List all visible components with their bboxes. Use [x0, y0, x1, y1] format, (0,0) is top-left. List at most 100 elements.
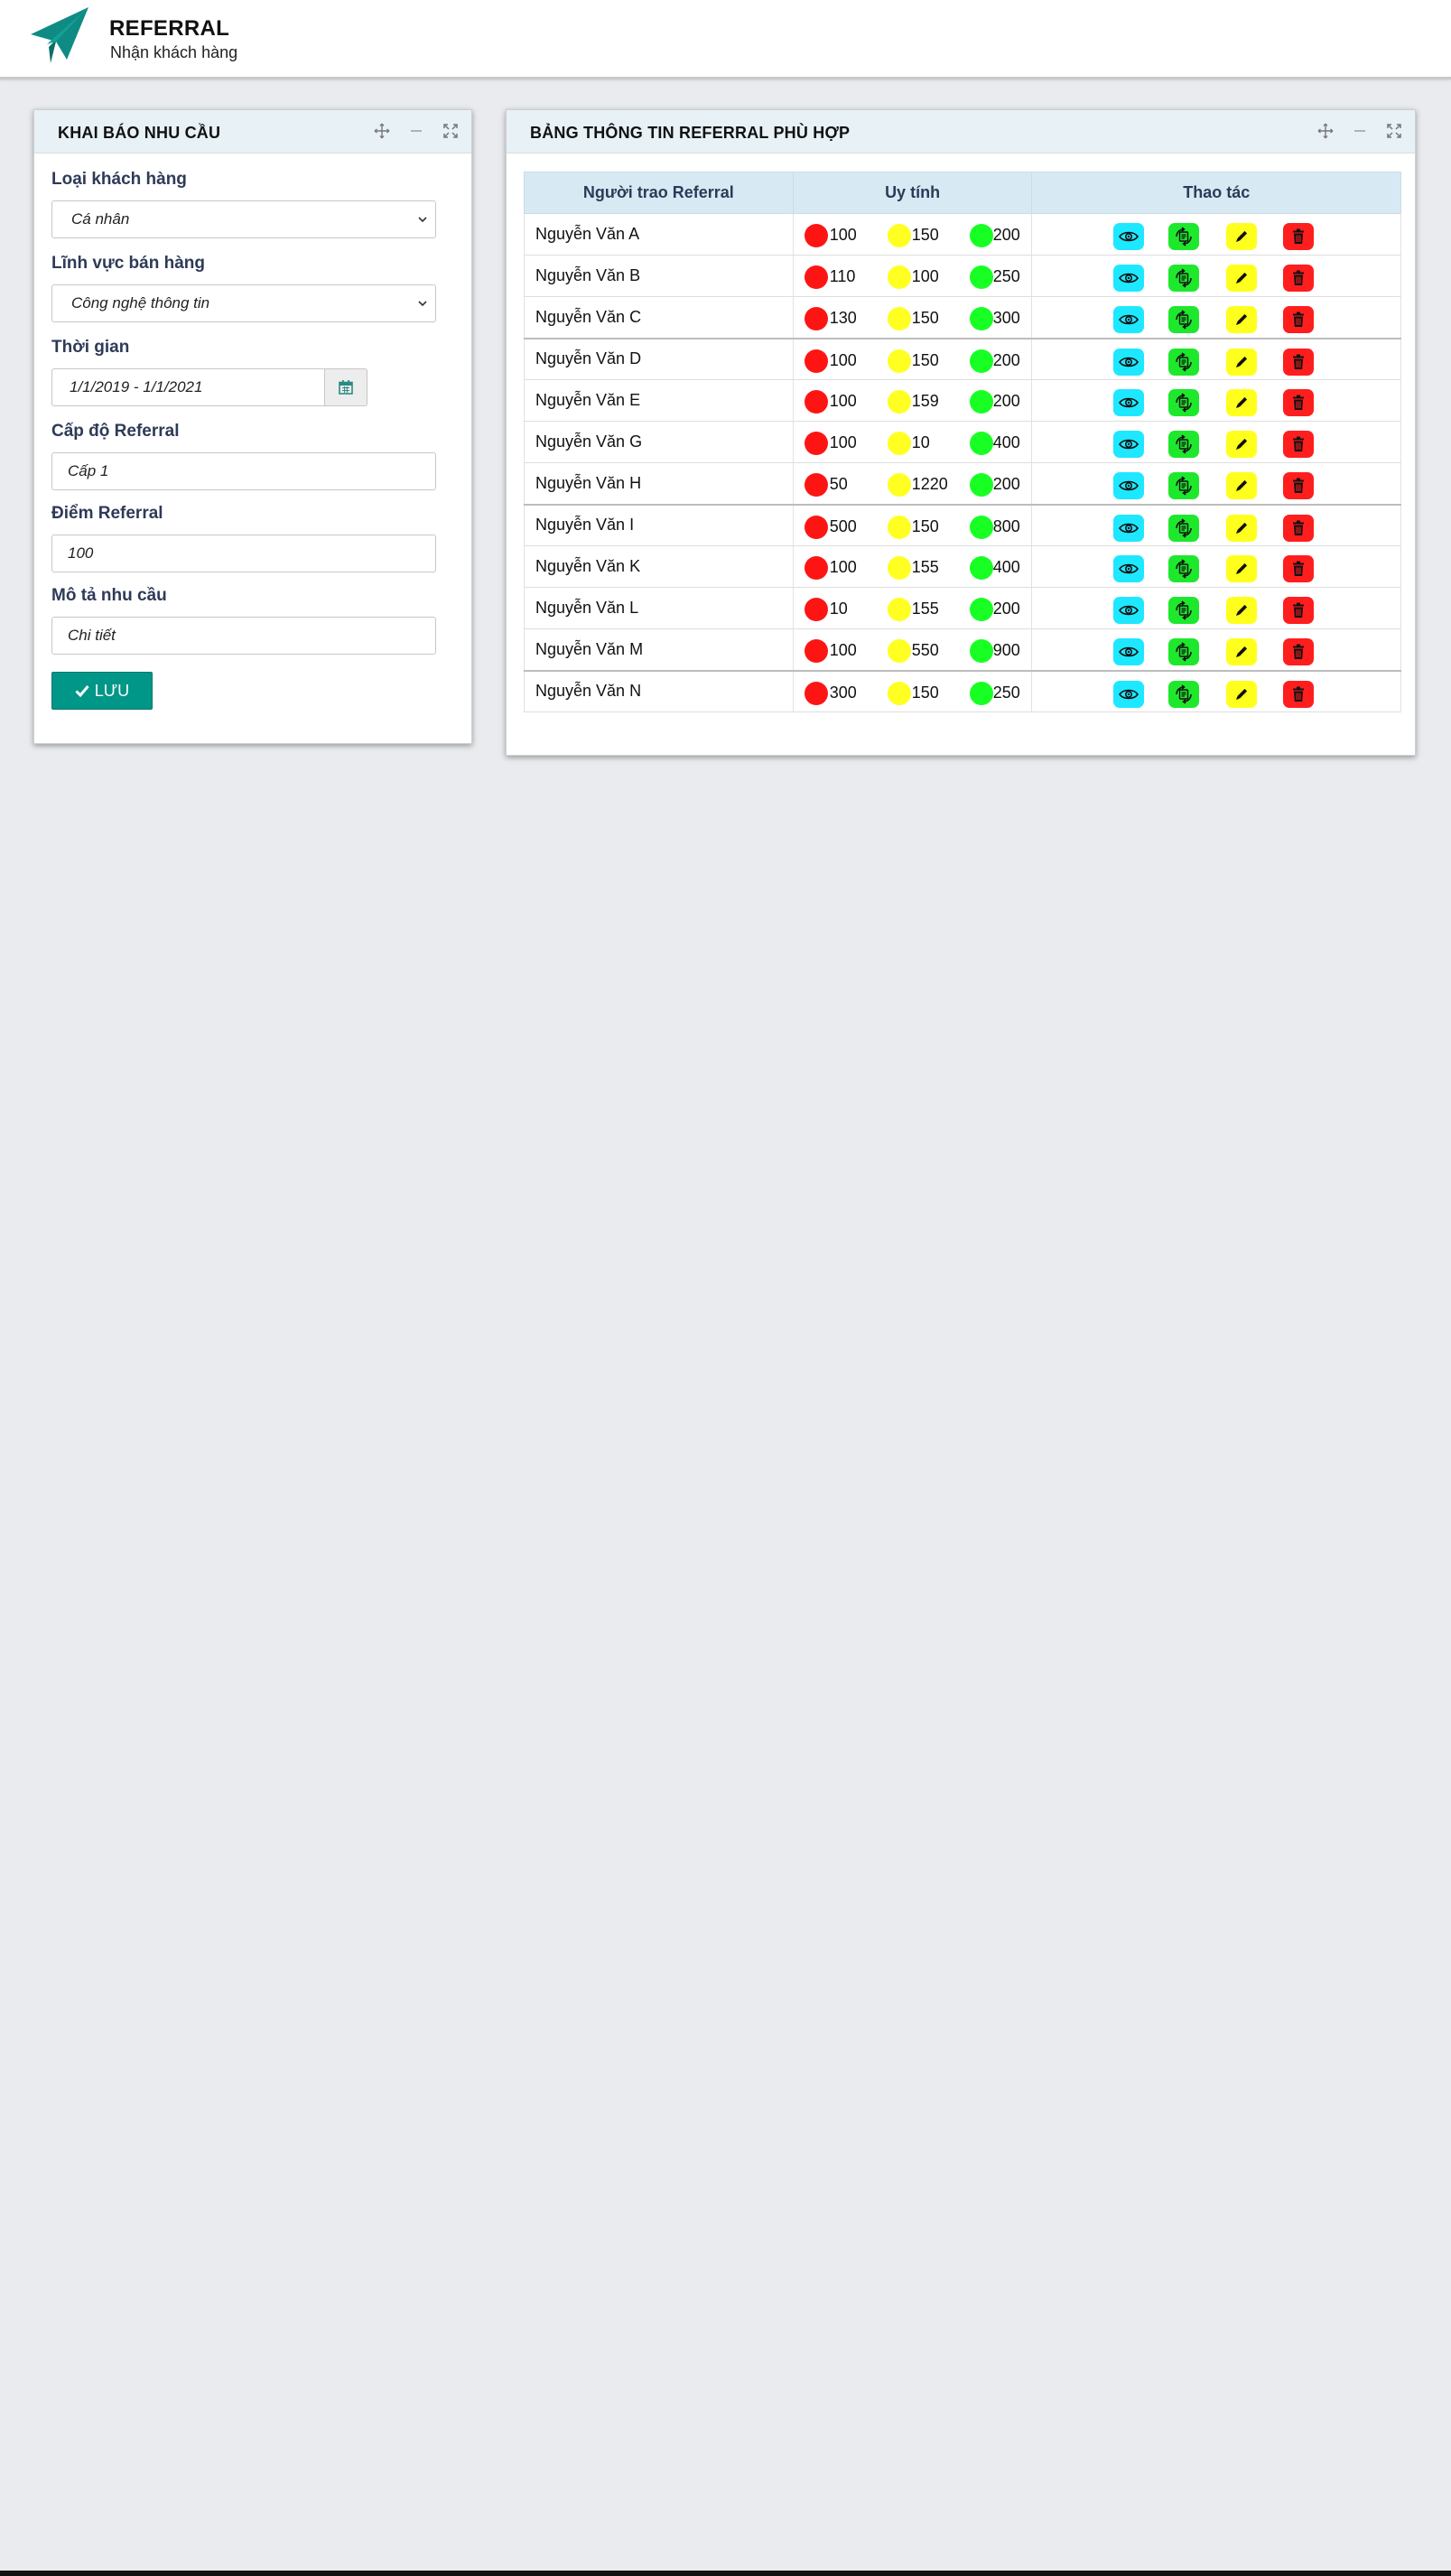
yellow-status-dot — [887, 349, 911, 373]
transfer-button[interactable] — [1168, 555, 1200, 582]
delete-button[interactable] — [1283, 514, 1315, 542]
yellow-status-dot — [887, 307, 911, 330]
transfer-button[interactable] — [1168, 514, 1200, 542]
edit-button[interactable] — [1226, 348, 1258, 376]
transfer-button[interactable] — [1168, 597, 1200, 624]
actions-cell — [1031, 379, 1401, 422]
table-row: Nguyễn Văn C 130 150 300 — [524, 296, 1401, 339]
swap-icon — [1176, 600, 1193, 620]
swap-icon — [1176, 559, 1193, 579]
transfer-button[interactable] — [1168, 638, 1200, 665]
red-status-dot — [804, 349, 828, 373]
green-status-dot — [969, 224, 993, 247]
view-button[interactable] — [1113, 597, 1145, 624]
delete-button[interactable] — [1283, 680, 1315, 708]
transfer-button[interactable] — [1168, 389, 1200, 416]
transfer-button[interactable] — [1168, 472, 1200, 499]
view-button[interactable] — [1113, 306, 1145, 333]
view-button[interactable] — [1113, 514, 1145, 542]
transfer-button[interactable] — [1168, 306, 1200, 333]
minimize-icon[interactable] — [408, 123, 424, 139]
move-icon[interactable] — [1317, 123, 1334, 139]
referral-points-input[interactable]: 100 — [51, 535, 436, 572]
transfer-button[interactable] — [1168, 265, 1200, 292]
view-button[interactable] — [1113, 431, 1145, 458]
trash-icon — [1293, 520, 1305, 535]
view-button[interactable] — [1113, 680, 1145, 708]
edit-button[interactable] — [1226, 680, 1258, 708]
view-button[interactable] — [1113, 389, 1145, 416]
edit-button[interactable] — [1226, 638, 1258, 665]
referrer-name: Nguyễn Văn G — [524, 421, 794, 463]
sales-field-label: Lĩnh vực bán hàng — [51, 254, 205, 273]
delete-button[interactable] — [1283, 431, 1315, 458]
sales-field-select[interactable]: Công nghệ thông tin — [51, 284, 436, 322]
delete-button[interactable] — [1283, 223, 1315, 250]
green-score: 250 — [992, 267, 1020, 285]
referral-level-input[interactable]: Cấp 1 — [51, 452, 436, 490]
transfer-button[interactable] — [1168, 431, 1200, 458]
transfer-button[interactable] — [1168, 223, 1200, 250]
expand-icon[interactable] — [1386, 123, 1402, 139]
swap-icon — [1176, 351, 1193, 372]
trash-icon — [1293, 354, 1305, 369]
move-icon[interactable] — [374, 123, 390, 139]
edit-button[interactable] — [1226, 431, 1258, 458]
edit-button[interactable] — [1226, 555, 1258, 582]
eye-icon — [1119, 357, 1139, 367]
reputation-cell: 50 1220 200 — [792, 462, 1033, 505]
expand-icon[interactable] — [442, 123, 459, 139]
yellow-score: 155 — [911, 558, 939, 576]
edit-button[interactable] — [1226, 265, 1258, 292]
view-button[interactable] — [1113, 348, 1145, 376]
red-score: 100 — [829, 433, 857, 451]
delete-button[interactable] — [1283, 638, 1315, 665]
green-score: 400 — [992, 558, 1020, 576]
delete-button[interactable] — [1283, 597, 1315, 624]
minimize-icon[interactable] — [1352, 123, 1368, 139]
column-header-referrer[interactable]: Người trao Referral — [524, 172, 794, 214]
green-score: 250 — [992, 683, 1020, 702]
yellow-status-dot — [887, 265, 911, 289]
transfer-button[interactable] — [1168, 680, 1200, 708]
trash-icon — [1293, 602, 1305, 618]
edit-button[interactable] — [1226, 389, 1258, 416]
delete-button[interactable] — [1283, 348, 1315, 376]
date-range-input[interactable]: 1/1/2019 - 1/1/2021 — [51, 368, 324, 406]
delete-button[interactable] — [1283, 472, 1315, 499]
green-status-dot — [969, 432, 993, 455]
calendar-button[interactable] — [324, 368, 367, 406]
red-score: 100 — [829, 392, 857, 410]
delete-button[interactable] — [1283, 555, 1315, 582]
save-button[interactable]: LƯU — [51, 672, 153, 710]
delete-button[interactable] — [1283, 306, 1315, 333]
edit-button[interactable] — [1226, 472, 1258, 499]
table-row: Nguyễn Văn K 100 155 400 — [524, 545, 1401, 588]
edit-button[interactable] — [1226, 223, 1258, 250]
view-button[interactable] — [1113, 555, 1145, 582]
view-button[interactable] — [1113, 638, 1145, 665]
edit-button[interactable] — [1226, 306, 1258, 333]
column-header-reputation[interactable]: Uy tính — [792, 172, 1033, 214]
app-title: REFERRAL — [109, 16, 230, 41]
description-label: Mô tả nhu cầu — [51, 586, 167, 605]
customer-type-select[interactable]: Cá nhân — [51, 200, 436, 238]
view-button[interactable] — [1113, 472, 1145, 499]
yellow-score: 159 — [911, 392, 939, 410]
red-status-dot — [804, 432, 828, 455]
delete-button[interactable] — [1283, 389, 1315, 416]
check-icon — [75, 685, 89, 697]
view-button[interactable] — [1113, 265, 1145, 292]
edit-button[interactable] — [1226, 514, 1258, 542]
transfer-button[interactable] — [1168, 348, 1200, 376]
green-status-dot — [969, 556, 993, 580]
pencil-icon — [1236, 438, 1248, 450]
eye-icon — [1119, 523, 1139, 533]
delete-button[interactable] — [1283, 265, 1315, 292]
swap-icon — [1176, 476, 1193, 496]
red-status-dot — [804, 556, 828, 580]
edit-button[interactable] — [1226, 597, 1258, 624]
table-row: Nguyễn Văn M 100 550 900 — [524, 628, 1401, 671]
description-input[interactable]: Chi tiết — [51, 617, 436, 655]
view-button[interactable] — [1113, 223, 1145, 250]
